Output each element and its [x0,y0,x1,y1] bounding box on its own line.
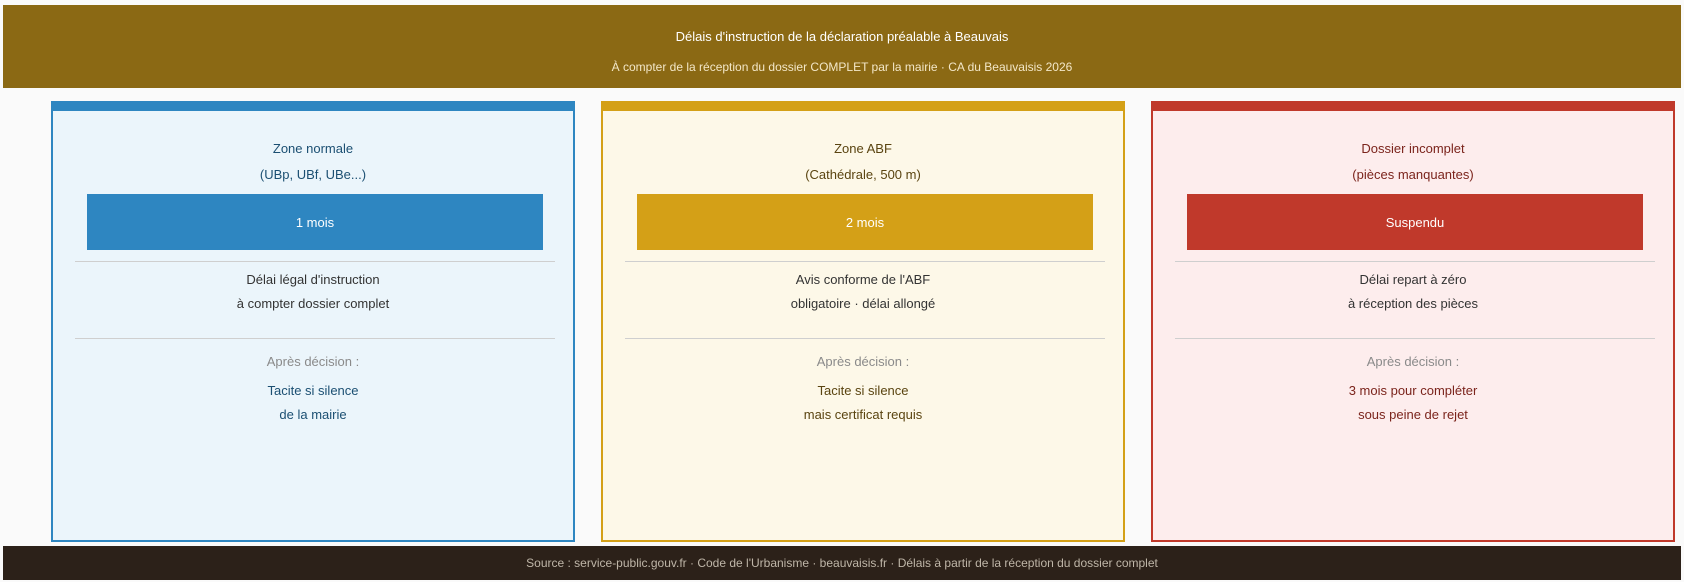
card-zone-normale: Zone normale (UBp, UBf, UBe...) 1 mois D… [51,101,575,542]
card-dossier-incomplet: Dossier incomplet (pièces manquantes) Su… [1151,101,1675,542]
divider [625,338,1105,339]
divider [1175,338,1655,339]
result-line-2: mais certificat requis [803,407,923,422]
source-footer: Source : service-public.gouv.fr · Code d… [3,546,1681,580]
card-title: Dossier incomplet [1361,141,1465,156]
after-decision-label: Après décision : [1366,354,1460,369]
divider [1175,261,1655,262]
divider [75,338,555,339]
card-zone-abf: Zone ABF (Cathédrale, 500 m) 2 mois Avis… [601,101,1125,542]
result-line-1: 3 mois pour compléter [1348,383,1478,398]
card-subtitle: (pièces manquantes) [1352,167,1474,182]
card-title: Zone ABF [834,141,892,156]
card-description-line-2: à réception des pièces [1347,296,1479,311]
divider [75,261,555,262]
card-description-line-2: à compter dossier complet [236,296,390,311]
card-subtitle: (Cathédrale, 500 m) [805,167,921,182]
result-line-2: sous peine de rejet [1358,407,1468,422]
page-subtitle: À compter de la réception du dossier COM… [611,60,1073,74]
card-description-line-1: Délai légal d'instruction [246,272,380,287]
after-decision-label: Après décision : [266,354,360,369]
result-line-1: Tacite si silence [817,383,909,398]
delay-badge: Suspendu [1187,194,1643,250]
card-title: Zone normale [272,141,354,156]
source-text: Source : service-public.gouv.fr · Code d… [526,556,1158,570]
card-description-line-1: Délai repart à zéro [1359,272,1467,287]
card-description-line-2: obligatoire · délai allongé [790,296,936,311]
divider [625,261,1105,262]
result-line-1: Tacite si silence [267,383,359,398]
after-decision-label: Après décision : [816,354,910,369]
page-title: Délais d'instruction de la déclaration p… [675,29,1009,44]
card-subtitle: (UBp, UBf, UBe...) [259,167,367,182]
delay-badge: 1 mois [87,194,543,250]
result-line-2: de la mairie [279,407,347,422]
card-description-line-1: Avis conforme de l'ABF [795,272,931,287]
delay-badge: 2 mois [637,194,1093,250]
header-banner: Délais d'instruction de la déclaration p… [3,5,1681,88]
